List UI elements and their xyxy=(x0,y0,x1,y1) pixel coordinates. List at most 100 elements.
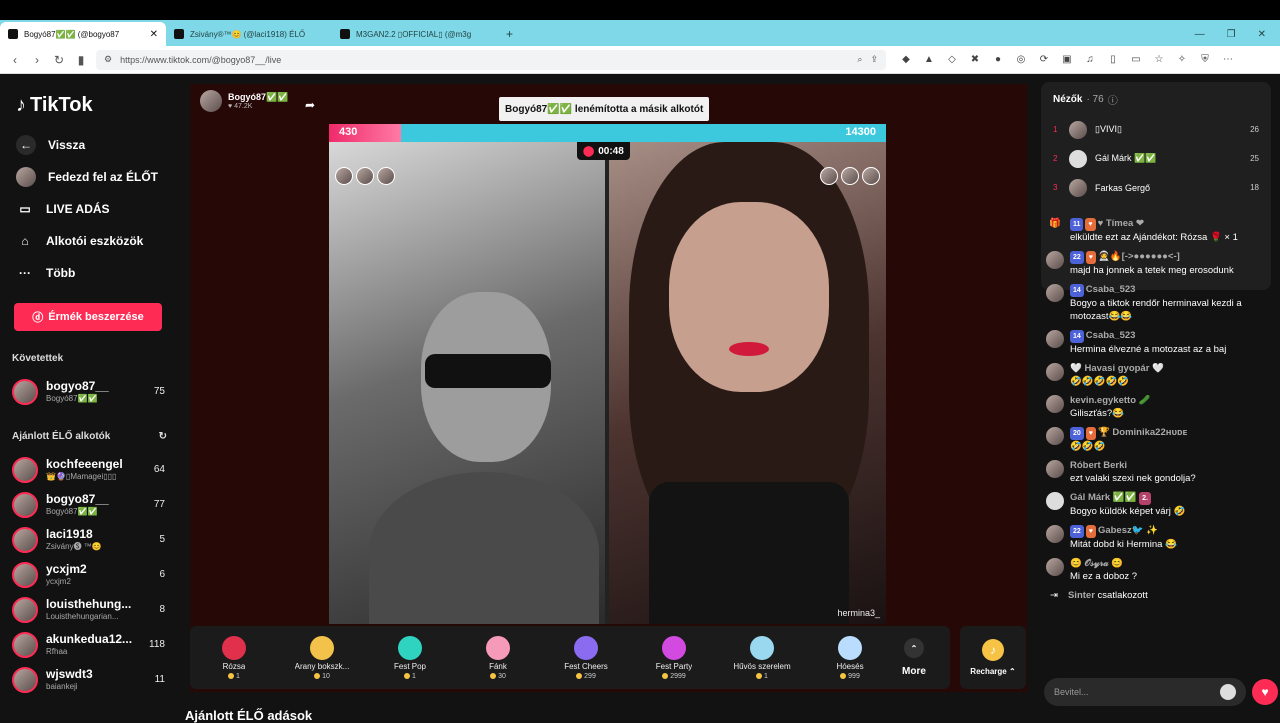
extension-icon[interactable]: ▲ xyxy=(923,54,935,65)
zoom-icon[interactable]: ⌕ xyxy=(857,54,862,65)
chat-username[interactable]: Gabesz🐦 ✨ xyxy=(1098,525,1158,536)
chat-username[interactable]: kevin.egyketto 🥒 xyxy=(1070,395,1150,406)
chat-username[interactable]: Csaba_523 xyxy=(1086,284,1136,295)
clothing-shape xyxy=(649,482,849,624)
bookmark-icon[interactable]: ▮ xyxy=(74,53,88,67)
top-viewer[interactable]: 1 ▯VIVI▯ 26 xyxy=(1041,115,1271,144)
gift-name: Arany bokszk... xyxy=(294,661,350,671)
recommended-account[interactable]: louisthehung... Louisthehungarian... 8 xyxy=(12,592,183,627)
gift-item[interactable]: Fest Pop 1 xyxy=(366,626,454,689)
restore-icon[interactable]: ❐ xyxy=(1227,29,1236,40)
extension-icon[interactable]: ▣ xyxy=(1061,54,1073,65)
nav-more[interactable]: ··· Több xyxy=(12,257,183,289)
chat-username[interactable]: 🤍 Havasi gyopár 🤍 xyxy=(1070,363,1164,374)
account-sub: Bogyó87✅✅ xyxy=(46,393,98,403)
minimize-icon[interactable]: — xyxy=(1195,29,1205,40)
top-viewer[interactable]: 2 Gál Márk ✅✅ 25 xyxy=(1041,144,1271,173)
account-name: akunkedua12... xyxy=(46,632,132,646)
joined-username[interactable]: Sinter xyxy=(1068,590,1095,601)
extension-icon[interactable]: ✖ xyxy=(969,54,981,65)
recommended-account[interactable]: wjswdt3 baiankeji 11 xyxy=(12,662,183,697)
extension-icon[interactable]: ⟳ xyxy=(1038,54,1050,65)
shield-icon[interactable]: ⛨ xyxy=(1199,54,1211,65)
new-tab-button[interactable]: + xyxy=(498,22,521,46)
chat-username[interactable]: ♥ Tímea ❤ xyxy=(1098,218,1144,229)
chat-username[interactable]: Csaba_523 xyxy=(1086,330,1136,341)
gift-item[interactable]: Hóesés 999 xyxy=(806,626,894,689)
reload-icon[interactable]: ↻ xyxy=(52,53,66,67)
viewers-title: Nézők xyxy=(1053,94,1083,105)
gift-item[interactable]: Fest Party 2999 xyxy=(630,626,718,689)
battle-view[interactable]: 430 14300 hermina3_ ⬤ 00:48 xyxy=(329,124,886,624)
site-settings-icon[interactable]: ⚙ xyxy=(104,54,112,65)
nav-live[interactable]: ▭ LIVE ADÁS xyxy=(12,193,183,225)
gift-name: Rózsa xyxy=(222,661,246,671)
nav-label: Alkotói eszközök xyxy=(46,234,144,248)
chat-input[interactable]: Bevitel... xyxy=(1044,678,1246,706)
back-icon[interactable]: ‹ xyxy=(8,53,22,67)
chat-username[interactable]: 😊 𝒪𝓈𝓎𝓇𝒶 😊 xyxy=(1070,558,1123,569)
gift-item[interactable]: Arany bokszk... 10 xyxy=(278,626,366,689)
gift-item[interactable]: Rózsa 1 xyxy=(190,626,278,689)
recommended-account[interactable]: bogyo87__ Bogyó87✅✅ 77 xyxy=(12,487,183,522)
recommended-title: Ajánlott ÉLŐ alkotók ↻ xyxy=(12,431,183,442)
close-icon[interactable]: ✕ xyxy=(150,29,158,40)
gift-item[interactable]: Fánk 30 xyxy=(454,626,542,689)
recommended-account[interactable]: kochfeeengel 👑🔮▯Mamagei▯▯▯ 64 xyxy=(12,452,183,487)
extension-icon[interactable]: ◇ xyxy=(946,54,958,65)
tiktok-logo[interactable]: ♪ TikTok xyxy=(16,94,183,117)
nav-back[interactable]: ← Vissza xyxy=(12,129,183,161)
emoji-icon[interactable] xyxy=(1220,684,1236,700)
extension-icon[interactable]: ◎ xyxy=(1015,54,1027,65)
more-gifts-button[interactable]: ⌃ More xyxy=(894,626,934,689)
chat-username[interactable]: Gál Márk ✅✅ xyxy=(1070,492,1136,503)
following-account[interactable]: bogyo87__ Bogyó87✅✅ 75 xyxy=(12,374,183,409)
avatar xyxy=(1069,149,1087,168)
avatar xyxy=(820,167,838,185)
gift-price-value: 10 xyxy=(322,672,330,680)
back-arrow-icon: ← xyxy=(16,135,36,155)
chat-username[interactable]: 🧑‍🚀🔥[->●●●●●●<-] xyxy=(1098,251,1180,262)
chat-text: ezt valaki szexi nek gondolja? xyxy=(1070,473,1196,484)
coin-icon xyxy=(662,673,669,679)
top-gifters-left xyxy=(335,167,395,185)
get-coins-button[interactable]: ⓓ Érmék beszerzése xyxy=(14,303,162,331)
menu-dots-icon[interactable]: ⋯ xyxy=(1222,54,1234,65)
extension-icon[interactable]: ◆ xyxy=(900,54,912,65)
account-sub: Bogyó87✅✅ xyxy=(46,506,98,516)
chat-username[interactable]: 🏆 Dominika22ʜᴜᴅᴇ xyxy=(1098,427,1187,438)
gift-price: 1 xyxy=(228,673,240,680)
recommended-account[interactable]: laci1918 Zsivány🅢 ™😊 5 xyxy=(12,522,183,557)
info-icon[interactable]: ⓘ xyxy=(1108,92,1118,107)
url-field[interactable]: ⚙ https://www.tiktok.com/@bogyo87__/live… xyxy=(96,49,886,70)
gift-item[interactable]: Hűvös szerelem 1 xyxy=(718,626,806,689)
extension-icon[interactable]: ● xyxy=(992,54,1004,65)
nav-explore-live[interactable]: Fedezd fel az ÉLŐT xyxy=(12,161,183,193)
tab-m3gan[interactable]: M3GAN2.2 ▯OFFICIAL▯ (@m3g xyxy=(332,22,498,46)
like-heart-button[interactable]: ♥ xyxy=(1252,679,1278,705)
window-top-strip xyxy=(0,0,1280,20)
window-close-icon[interactable]: ✕ xyxy=(1258,29,1266,40)
avatar xyxy=(1046,363,1064,381)
copilot-icon[interactable]: ✧ xyxy=(1176,54,1188,65)
forward-icon[interactable]: › xyxy=(30,53,44,67)
share-icon[interactable]: ⇪ xyxy=(870,54,878,65)
wallet-icon[interactable]: ▭ xyxy=(1130,54,1142,65)
sidebar-icon[interactable]: ▯ xyxy=(1107,54,1119,65)
gift-item[interactable]: Fest Cheers 299 xyxy=(542,626,630,689)
recommended-account[interactable]: ycxjm2 ycxjm2 6 xyxy=(12,557,183,592)
chat-username[interactable]: Róbert Berki xyxy=(1070,460,1127,471)
avatar xyxy=(12,666,38,693)
recharge-button[interactable]: ♪ Recharge ⌃ xyxy=(960,626,1026,689)
nav-creator-tools[interactable]: ⌂ Alkotói eszközök xyxy=(12,225,183,257)
refresh-icon[interactable]: ↻ xyxy=(159,431,167,442)
tab-bogyo87[interactable]: Bogyó87✅✅ (@bogyo87 ✕ xyxy=(0,22,166,46)
share-icon[interactable]: ➦ xyxy=(305,98,315,112)
top-viewer[interactable]: 3 Farkas Gergő 18 xyxy=(1041,173,1271,202)
recommended-account[interactable]: akunkedua12... Rfhaa 118 xyxy=(12,627,183,662)
favorites-icon[interactable]: ☆ xyxy=(1153,54,1165,65)
viewer-rank: 1 xyxy=(1053,125,1058,134)
music-icon[interactable]: ♫ xyxy=(1084,54,1096,65)
tab-laci1918[interactable]: Zsivány®™😊 (@laci1918) ÉLŐ xyxy=(166,22,332,46)
host-info[interactable]: Bogyó87✅✅ ♥ 47.2K xyxy=(200,90,288,112)
